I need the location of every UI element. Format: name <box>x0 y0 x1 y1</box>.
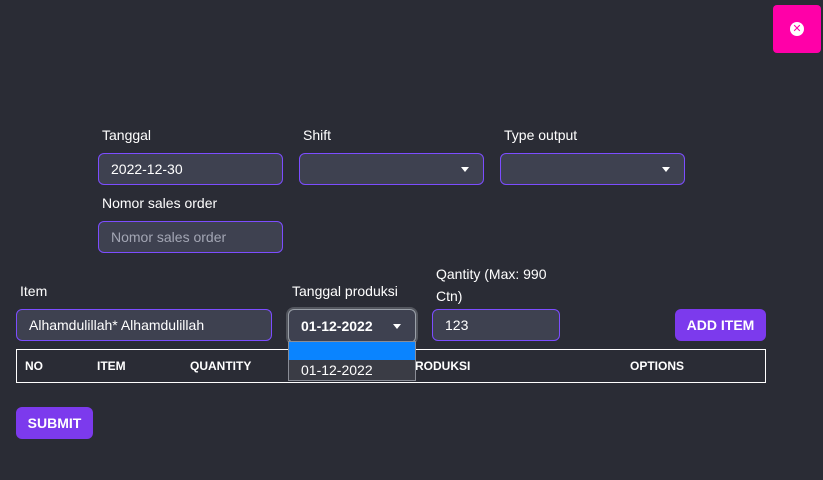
nomor-sales-order-label: Nomor sales order <box>102 195 218 211</box>
submit-button[interactable]: SUBMIT <box>16 407 93 439</box>
chevron-down-icon <box>393 323 401 329</box>
close-button[interactable]: ✕ <box>773 5 821 53</box>
type-output-select[interactable] <box>500 153 685 185</box>
item-label: Item <box>20 283 48 299</box>
dropdown-option-blank[interactable] <box>289 342 415 360</box>
table-header-no: NO <box>25 359 43 373</box>
tanggal-label: Tanggal <box>102 127 152 143</box>
shift-label: Shift <box>303 127 332 143</box>
table-header-item: ITEM <box>97 359 126 373</box>
table-header-tanggal-produksi: RODUKSI <box>415 359 471 373</box>
close-icon: ✕ <box>790 22 804 36</box>
quantity-input[interactable]: 123 <box>432 309 560 341</box>
item-input[interactable]: Alhamdulillah* Alhamdulillah <box>16 309 272 341</box>
tanggal-produksi-dropdown: 01-12-2022 <box>288 341 416 381</box>
type-output-label: Type output <box>504 127 578 143</box>
chevron-down-icon <box>662 166 670 172</box>
tanggal-produksi-select[interactable]: 01-12-2022 <box>288 309 416 343</box>
table-header-options: OPTIONS <box>630 359 685 373</box>
table-header-quantity: QUANTITY <box>190 359 252 373</box>
nomor-sales-order-input[interactable]: Nomor sales order <box>98 221 283 253</box>
quantity-label-line1: Qantity (Max: 990 <box>436 266 547 282</box>
quantity-label-line2: Ctn) <box>436 288 463 304</box>
add-item-button[interactable]: ADD ITEM <box>675 309 766 341</box>
tanggal-produksi-value: 01-12-2022 <box>301 318 373 334</box>
tanggal-produksi-label: Tanggal produksi <box>292 283 398 299</box>
tanggal-input[interactable]: 2022-12-30 <box>98 153 283 185</box>
chevron-down-icon <box>461 166 469 172</box>
shift-select[interactable] <box>299 153 484 185</box>
quantity-label: Qantity (Max: 990 Ctn) <box>436 263 547 307</box>
dropdown-option-date[interactable]: 01-12-2022 <box>289 360 415 380</box>
